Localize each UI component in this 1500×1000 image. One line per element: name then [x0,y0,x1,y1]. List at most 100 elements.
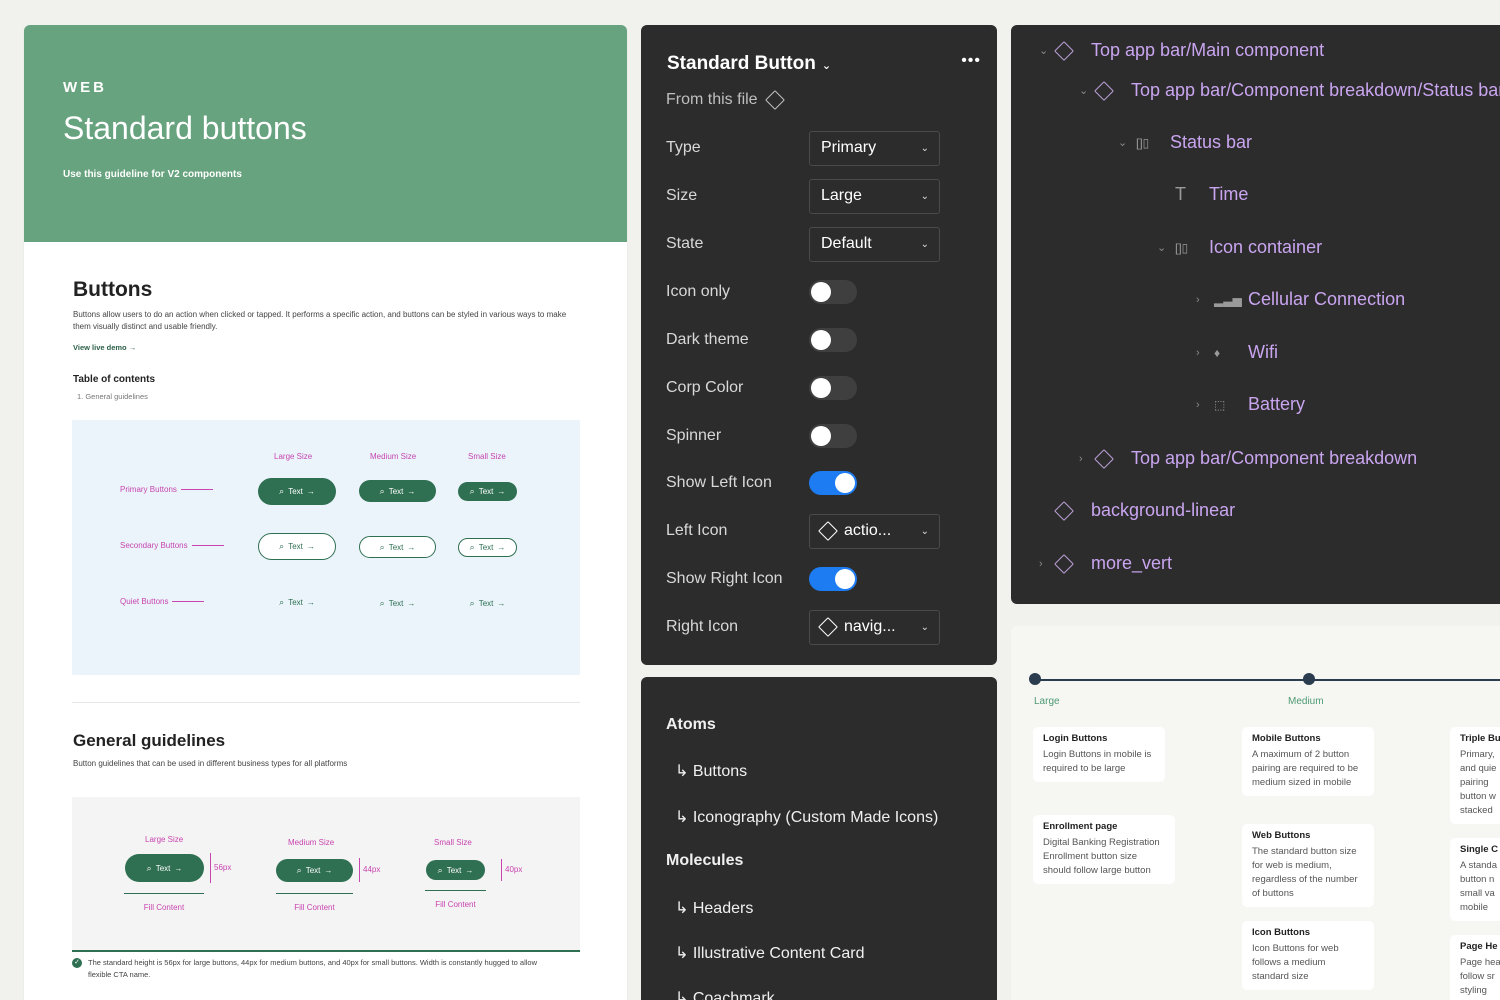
corp-color-toggle[interactable] [809,376,857,400]
prop-row-show-right-icon: Show Right Icon [666,561,976,597]
select-value-text: navig... [844,618,896,635]
prop-row-spinner: Spinner [666,418,976,454]
prop-row-state: State Default ⌄ [666,226,976,262]
page-title: Standard buttons [63,110,307,146]
card-title: Single C [1460,844,1499,855]
toc-title: Table of contents [73,374,156,385]
guideline-card: Mobile Buttons A maximum of 2 button pair… [1242,727,1374,796]
layer-name: background-linear [1091,500,1236,520]
state-select[interactable]: Default ⌄ [809,226,940,262]
prop-row-show-left-icon: Show Left Icon [666,465,976,501]
arrow-right-icon: → [407,486,416,496]
quiet-large-button[interactable]: ⌕ Text → [258,589,336,616]
primary-large-button[interactable]: ⌕ Text → [258,478,336,505]
prop-label: Show Right Icon [666,570,783,587]
search-icon: ⌕ [379,541,385,552]
guideline-card: Single C A standa button n small va mobil… [1450,838,1500,921]
prop-label: Show Left Icon [666,474,772,491]
cellular-icon: ▂▃▅ [1214,292,1242,307]
layer-row[interactable]: › ♦ Wifi [1196,342,1278,363]
prop-row-right-icon: Right Icon navig... ⌄ [666,609,976,645]
spec-large-button[interactable]: ⌕ Text → [125,854,204,882]
layer-name: Cellular Connection [1248,289,1406,309]
layer-row[interactable]: › Top app bar/Component breakdown [1079,448,1417,469]
secondary-medium-button[interactable]: ⌕ Text → [359,536,436,558]
search-icon: ⌕ [379,597,385,608]
layer-row[interactable]: background-linear [1039,500,1235,521]
component-name: Standard Button [667,53,816,74]
nav-section-molecules[interactable]: Molecules [666,852,743,870]
left-icon-instance-picker[interactable]: actio... ⌄ [809,513,940,549]
layer-name: Battery [1248,394,1306,414]
button-text: Text [446,865,462,875]
nav-item-headers[interactable]: ↳ Headers [675,898,753,918]
layer-row[interactable]: ⌄ Top app bar/Main component [1039,40,1324,61]
live-demo-link[interactable]: View live demo → [73,343,581,352]
layer-row[interactable]: ⌄ []▯ Icon container [1157,237,1322,258]
component-diamond-icon [818,617,838,637]
nav-item-buttons[interactable]: ↳ Buttons [675,761,747,781]
layer-row[interactable]: › more_vert [1039,553,1172,574]
arrow-right-icon: → [306,487,315,496]
arrow-right-icon: → [497,543,506,552]
chevron-right-icon[interactable]: › [1196,399,1214,411]
chevron-down-icon[interactable]: ⌄ [1118,136,1136,149]
quiet-medium-button[interactable]: ⌕ Text → [359,592,436,614]
size-scale-knob-medium [1303,673,1315,685]
matrix-row-secondary: Secondary Buttons [120,541,224,550]
button-text: Text [388,598,404,608]
search-icon: ⌕ [469,598,475,608]
chevron-right-icon[interactable]: › [1196,347,1214,359]
select-value-text: Large [821,187,862,204]
component-name-dropdown[interactable]: Standard Button ⌄ [667,53,831,75]
layer-row[interactable]: › ⬚ Battery [1196,394,1305,415]
more-options-icon[interactable]: ••• [961,52,981,70]
prop-label: Icon only [666,283,731,300]
show-left-icon-toggle[interactable] [809,471,857,495]
guideline-card: Page He Page hea follow sr styling [1450,935,1500,1000]
prop-label: Spinner [666,427,722,444]
size-select[interactable]: Large ⌄ [809,178,940,214]
nav-section-atoms[interactable]: Atoms [666,716,716,734]
component-source[interactable]: From this file [666,90,785,110]
layer-row[interactable]: ⌄ []▯ Status bar [1118,132,1252,153]
spec-small-button[interactable]: ⌕ Text → [426,860,485,880]
guideline-card: Icon Buttons Icon Buttons for web follows… [1242,921,1374,990]
select-value-text: Primary [821,139,877,156]
layer-row[interactable]: › ▂▃▅ Cellular Connection [1196,289,1405,310]
right-icon-instance-picker[interactable]: navig... ⌄ [809,609,940,645]
chevron-down-icon[interactable]: ⌄ [1157,241,1175,254]
spec-medium-button[interactable]: ⌕ Text → [276,859,353,882]
search-icon: ⌕ [379,485,385,496]
search-icon: ⌕ [146,862,152,873]
layer-row[interactable]: ⌄ Top app bar/Component breakdown/Status … [1079,80,1500,101]
select-value: Default [821,235,872,253]
toc-item-general[interactable]: 1. General guidelines [77,392,581,401]
spinner-toggle[interactable] [809,424,857,448]
nav-item-coachmark[interactable]: ↳ Coachmark [675,988,775,1000]
button-text: Text [288,487,303,496]
button-text: Text [155,863,171,873]
layer-row[interactable]: T Time [1157,184,1248,205]
secondary-small-button[interactable]: ⌕ Text → [458,538,517,557]
nav-item-iconography[interactable]: ↳ Iconography (Custom Made Icons) [675,807,938,827]
fill-content-large: Fill Content [124,893,204,912]
icon-only-toggle[interactable] [809,280,857,304]
size-scale-knob-large [1029,673,1041,685]
buttons-heading: Buttons [73,278,153,301]
button-text: Text [388,486,404,496]
arrow-right-icon: → [497,599,506,608]
secondary-large-button[interactable]: ⌕ Text → [258,533,336,560]
type-select[interactable]: Primary ⌄ [809,130,940,166]
layer-name: Top app bar/Main component [1091,40,1325,60]
quiet-small-button[interactable]: ⌕ Text → [458,594,517,613]
prop-label: Corp Color [666,379,744,396]
component-diamond-icon [1094,448,1123,469]
primary-medium-button[interactable]: ⌕ Text → [359,480,436,502]
dark-theme-toggle[interactable] [809,328,857,352]
nav-item-illustrative-content-card[interactable]: ↳ Illustrative Content Card [675,943,864,963]
show-right-icon-toggle[interactable] [809,567,857,591]
chevron-right-icon[interactable]: › [1196,294,1214,306]
matrix-col-large: Large Size [274,452,313,461]
primary-small-button[interactable]: ⌕ Text → [458,482,517,501]
